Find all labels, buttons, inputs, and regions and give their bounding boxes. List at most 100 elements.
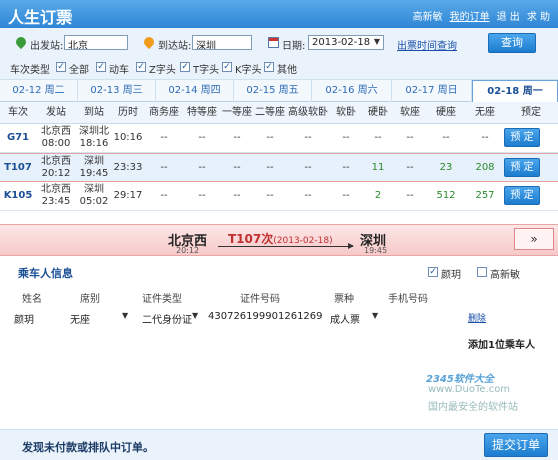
tab-date[interactable]: 02-14 周四: [156, 80, 234, 102]
seat-special: --: [198, 162, 206, 173]
date-label: 日期:: [282, 41, 306, 52]
col-header: 姓名: [22, 294, 42, 305]
chevron-down-icon[interactable]: ▼: [122, 311, 128, 320]
my-orders-link[interactable]: 我的订单: [450, 8, 490, 23]
to-station: 深圳北: [79, 126, 109, 137]
train-type-option: K字头: [235, 65, 262, 76]
to-label: 到达站:: [158, 41, 192, 52]
seat-noseat: 208: [475, 162, 495, 173]
seat-hsoft: --: [304, 190, 312, 201]
passenger-name[interactable]: 颜玥: [14, 311, 34, 326]
banner-date: (2013-02-18): [273, 236, 333, 246]
seat-hardseat: 23: [439, 162, 453, 173]
tab-date[interactable]: 02-17 周日: [392, 80, 472, 102]
seat-hardseat: 512: [436, 190, 456, 201]
to-cell: 深圳北 18:16: [76, 124, 112, 152]
ticket-type-select[interactable]: 成人票: [330, 311, 360, 326]
to-cell: 深圳 05:02: [76, 182, 112, 210]
tab-date[interactable]: 02-13 周三: [78, 80, 156, 102]
train-type-option: T字头: [193, 65, 220, 76]
passenger-checkbox[interactable]: ✓: [428, 267, 438, 277]
user-link[interactable]: 高新敏: [413, 8, 443, 23]
table-row[interactable]: G71 北京西 08:00 深圳北 18:16 10:16 -- -- -- -- …: [0, 124, 558, 153]
seat-first: --: [233, 132, 241, 143]
to-station: 深圳: [84, 156, 104, 167]
book-button[interactable]: 预 定: [504, 128, 540, 147]
to-station-input[interactable]: 深圳: [192, 35, 252, 50]
seat-first: --: [233, 162, 241, 173]
footer-bar: 发现未付款或排队中订单。 提交订单: [0, 429, 558, 460]
train-code[interactable]: G71: [0, 124, 36, 152]
seat-noseat: --: [481, 132, 489, 143]
col-header: 二等座: [255, 107, 285, 118]
checkbox-other[interactable]: ✓: [264, 62, 274, 72]
to-cell: 深圳 19:45: [76, 154, 112, 182]
selected-train-banner: 北京西 20:12 T107次(2013-02-18) 深圳 19:45 »: [0, 224, 558, 256]
delete-link[interactable]: 删除: [468, 311, 486, 324]
seat-special: --: [198, 190, 206, 201]
submit-order-button[interactable]: 提交订单: [484, 433, 548, 457]
from-station: 北京西: [41, 184, 71, 195]
expand-button[interactable]: »: [514, 228, 554, 250]
col-header: 历时: [118, 107, 138, 118]
arr-time: 18:16: [79, 138, 109, 149]
add-passenger-link[interactable]: 添加1位乘车人: [468, 336, 535, 351]
checkbox-all[interactable]: ✓: [56, 62, 66, 72]
watermark-site: www.DuoTe.com: [428, 384, 511, 395]
logout-link[interactable]: 退 出: [497, 8, 520, 23]
seat-hard: 11: [371, 162, 385, 173]
tab-date-active[interactable]: 02-18 周一: [472, 80, 558, 103]
seat-second: --: [266, 162, 274, 173]
col-header: 席别: [80, 294, 100, 305]
checkbox-k[interactable]: ✓: [222, 62, 232, 72]
chevron-down-icon[interactable]: ▼: [192, 311, 198, 320]
id-number-input[interactable]: 430726199901261269: [208, 311, 323, 322]
arr-time: 05:02: [79, 196, 109, 207]
query-button[interactable]: 查询: [488, 33, 536, 53]
banner-train-code: T107次: [228, 232, 274, 246]
help-link[interactable]: 求 助: [527, 8, 550, 23]
checkbox-d[interactable]: ✓: [96, 62, 106, 72]
presale-time-link[interactable]: 出票时间查询: [397, 37, 457, 52]
duration: 10:16: [113, 132, 143, 143]
from-label: 出发站:: [30, 41, 64, 52]
col-header: 预定: [521, 107, 541, 118]
seat-softseat: --: [406, 162, 414, 173]
dep-time: 20:12: [41, 168, 71, 179]
table-row[interactable]: K105 北京西 23:45 深圳 05:02 29:17 -- -- -- -- …: [0, 182, 558, 211]
checkbox-z[interactable]: ✓: [136, 62, 146, 72]
train-code[interactable]: K105: [0, 182, 36, 210]
seat-select[interactable]: 无座: [70, 311, 90, 326]
col-header: 软座: [400, 107, 420, 118]
checkbox-t[interactable]: ✓: [180, 62, 190, 72]
train-code[interactable]: T107: [0, 154, 36, 182]
train-type-label: 车次类型: [10, 65, 50, 76]
banner-dep-time: 20:12: [176, 246, 200, 255]
seat-hsoft: --: [304, 132, 312, 143]
chevron-down-icon[interactable]: ▼: [372, 311, 378, 320]
col-header: 证件号码: [240, 294, 280, 305]
to-station: 深圳: [84, 184, 104, 195]
train-type-option: 动车: [109, 65, 129, 76]
tab-date[interactable]: 02-15 周五: [234, 80, 312, 102]
arr-time: 19:45: [79, 168, 109, 179]
pending-order-message[interactable]: 发现未付款或排队中订单。: [22, 439, 154, 455]
date-select[interactable]: 2013-02-18 ▼: [308, 35, 384, 50]
passenger-checkbox[interactable]: [477, 267, 487, 277]
calendar-icon[interactable]: [268, 37, 279, 48]
banner-arr-time: 19:45: [364, 246, 388, 255]
seat-hardseat: --: [442, 132, 450, 143]
train-type-option: 其他: [277, 65, 297, 76]
col-header: 软卧: [336, 107, 356, 118]
tab-date[interactable]: 02-16 周六: [312, 80, 392, 102]
seat-soft: --: [342, 132, 350, 143]
table-row-selected[interactable]: T107 北京西 20:12 深圳 19:45 23:33 -- -- -- -- …: [0, 153, 558, 182]
id-type-select[interactable]: 二代身份证: [142, 311, 192, 326]
col-header: 硬卧: [368, 107, 388, 118]
tab-date[interactable]: 02-12 周二: [0, 80, 78, 102]
banner-train: T107次(2013-02-18): [228, 230, 333, 247]
book-button[interactable]: 预 定: [504, 186, 540, 205]
book-button[interactable]: 预 定: [504, 158, 540, 177]
from-station-input[interactable]: 北京: [64, 35, 128, 50]
col-header: 票种: [334, 294, 354, 305]
